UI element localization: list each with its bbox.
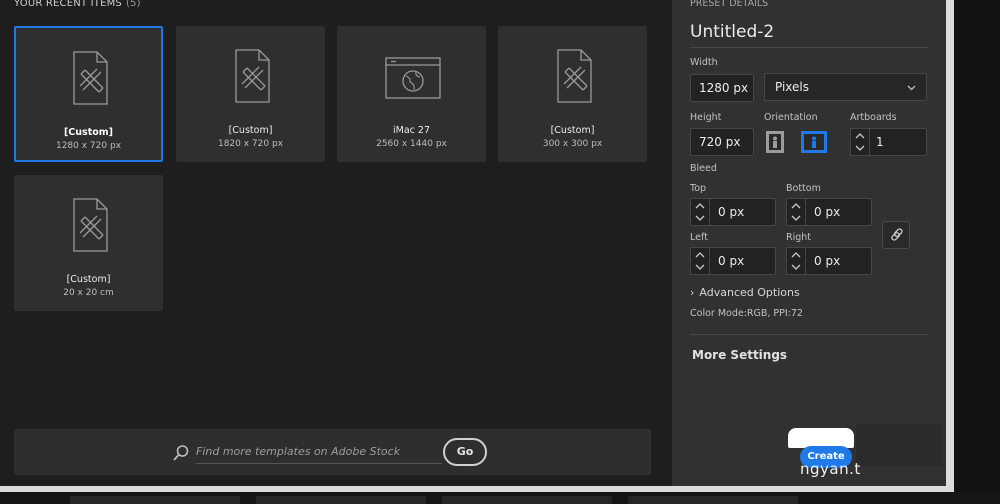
divider [690, 334, 928, 335]
orientation-label: Orientation [764, 112, 818, 123]
bleed-right-label: Right [786, 232, 812, 243]
watermark-overlay [788, 428, 854, 448]
recent-item-size: 300 x 300 px [542, 139, 603, 149]
units-value: Pixels [775, 80, 810, 94]
create-area: Create ngyan.t [732, 424, 942, 486]
bleed-right-input[interactable]: 0 px [805, 247, 872, 275]
recent-items-heading: YOUR RECENT ITEMS (5) [14, 0, 141, 9]
recent-item-size: 2560 x 1440 px [376, 139, 447, 149]
bleed-bottom-input[interactable]: 0 px [805, 198, 872, 226]
link-icon [891, 228, 903, 241]
preset-details-panel: PRESET DETAILS Untitled-2 Width 1280 px … [672, 0, 946, 486]
recent-item-name: [Custom] [550, 125, 595, 136]
go-button[interactable]: Go [443, 438, 487, 466]
document-pencil-icon [72, 198, 108, 252]
document-pencil-icon [234, 49, 270, 103]
document-pencil-icon [556, 49, 592, 103]
recent-item-name: [Custom] [63, 127, 114, 138]
web-browser-icon [384, 57, 441, 99]
stock-search-bar: Find more templates on Adobe Stock Go [14, 429, 651, 475]
advanced-options-toggle[interactable]: › Advanced Options [690, 286, 800, 299]
width-label: Width [690, 57, 718, 68]
artboards-stepper-icon[interactable] [850, 128, 870, 156]
background-block [442, 496, 612, 504]
more-settings-button[interactable]: More Settings [692, 348, 787, 362]
bleed-bottom-label: Bottom [786, 183, 821, 194]
search-icon [173, 445, 189, 461]
chevron-down-icon [907, 85, 916, 91]
units-dropdown[interactable]: Pixels [764, 73, 927, 101]
landscape-orientation-icon[interactable] [800, 130, 828, 154]
background-outside [954, 0, 1000, 504]
recent-item-size: 1820 x 720 px [217, 139, 284, 149]
bleed-bottom-stepper-icon[interactable] [786, 198, 806, 226]
bleed-left-stepper-icon[interactable] [690, 247, 710, 275]
background-bottom-strip [0, 492, 1000, 504]
preset-details-heading: PRESET DETAILS [690, 0, 769, 9]
background-block [256, 496, 426, 504]
recent-item-size: 1280 x 720 px [55, 141, 122, 151]
bleed-top-input[interactable]: 0 px [709, 198, 776, 226]
recent-item-name: [Custom] [228, 125, 273, 136]
search-input-underline [196, 463, 442, 464]
artboards-label: Artboards [850, 112, 897, 123]
color-mode-text: Color Mode:RGB, PPI:72 [690, 308, 803, 319]
bleed-right-stepper-icon[interactable] [786, 247, 806, 275]
recent-item-3[interactable]: iMac 27 2560 x 1440 px [337, 26, 486, 162]
recent-items-title: YOUR RECENT ITEMS [14, 0, 122, 9]
stock-search-input[interactable]: Find more templates on Adobe Stock [196, 445, 400, 458]
width-input[interactable]: 1280 px [690, 74, 754, 102]
recent-items-count: (5) [125, 0, 141, 9]
advanced-options-label: Advanced Options [699, 286, 800, 299]
background-block [70, 496, 240, 504]
bleed-label: Bleed [690, 163, 717, 174]
document-name-input[interactable]: Untitled-2 [690, 22, 774, 42]
bleed-top-stepper-icon[interactable] [690, 198, 710, 226]
recent-items-area: YOUR RECENT ITEMS (5) [Custom] 1280 x 720… [0, 0, 672, 486]
chevron-right-icon: › [690, 286, 695, 299]
recent-item-2[interactable]: [Custom] 1820 x 720 px [176, 26, 325, 162]
height-input[interactable]: 720 px [690, 128, 754, 156]
recent-item-size: 20 x 20 cm [63, 288, 114, 298]
create-backdrop [856, 424, 942, 466]
dialog-frame-right [946, 0, 954, 492]
document-pencil-icon [72, 51, 108, 105]
portrait-orientation-icon[interactable] [764, 130, 786, 154]
bleed-top-label: Top [690, 183, 707, 194]
recent-item-name: [Custom] [66, 274, 111, 285]
recent-item-1[interactable]: [Custom] 1280 x 720 px [14, 26, 163, 162]
background-block [628, 496, 798, 504]
recent-item-4[interactable]: [Custom] 300 x 300 px [498, 26, 647, 162]
link-bleed-button[interactable] [882, 221, 910, 249]
artboards-input[interactable]: 1 [869, 128, 927, 156]
bleed-left-input[interactable]: 0 px [709, 247, 776, 275]
watermark-text: ngyan.t [800, 460, 861, 478]
document-name-underline [690, 47, 928, 48]
recent-item-name: iMac 27 [393, 125, 430, 136]
bleed-left-label: Left [690, 232, 708, 243]
height-label: Height [690, 112, 722, 123]
recent-item-5[interactable]: [Custom] 20 x 20 cm [14, 175, 163, 311]
